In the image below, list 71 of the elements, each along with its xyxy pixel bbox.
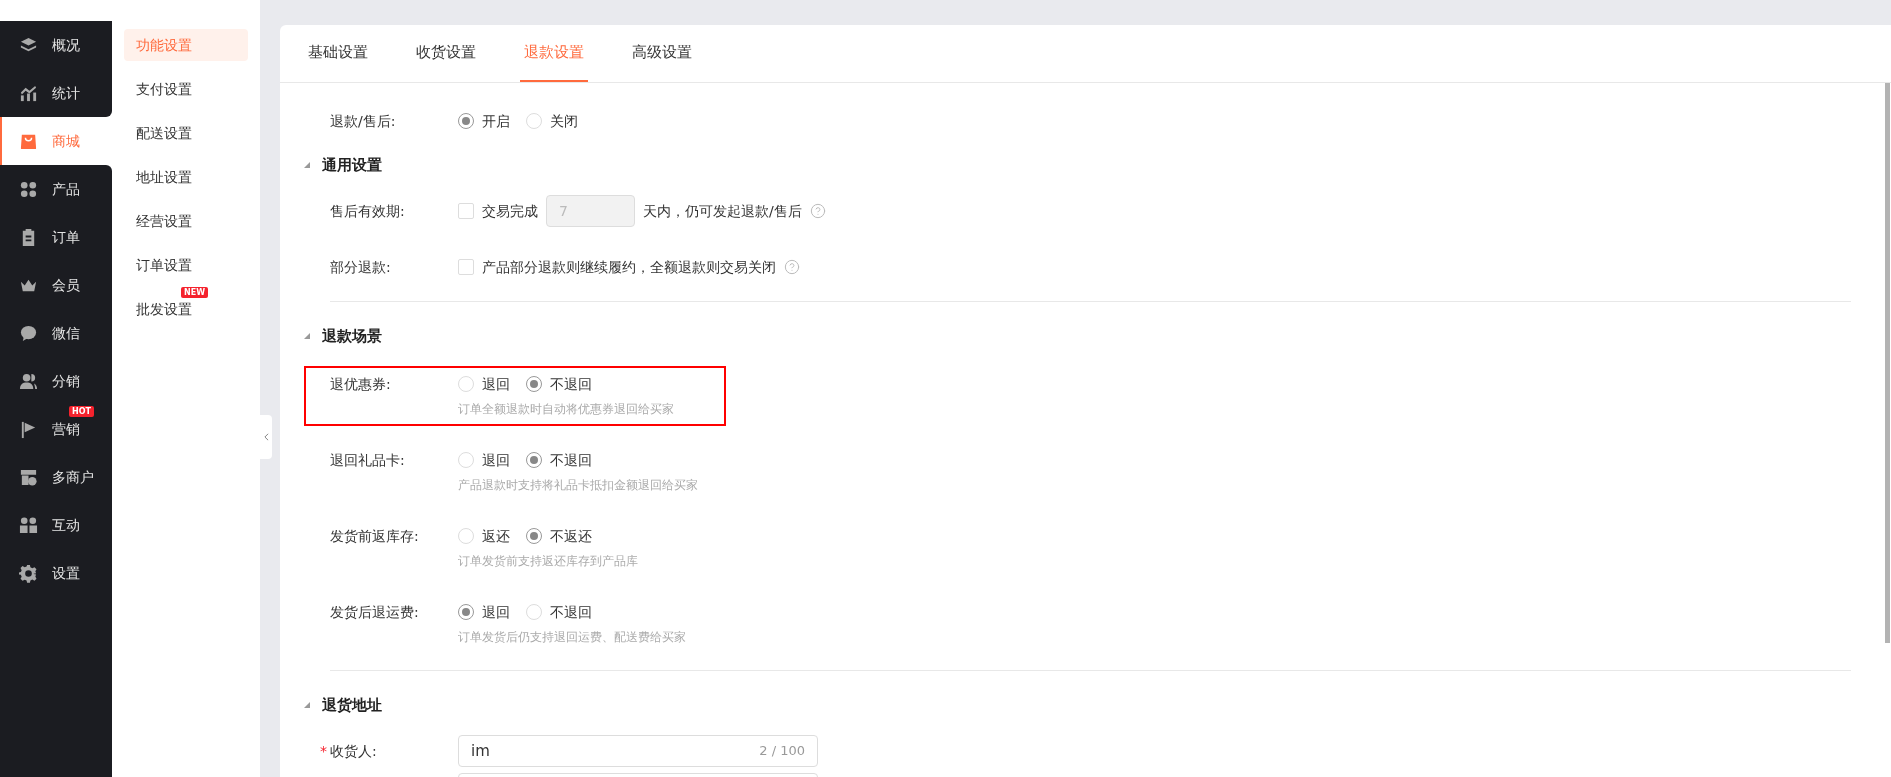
sidebar-item[interactable]: 多商户	[0, 453, 112, 501]
field-label: 退款/售后:	[330, 111, 397, 131]
store-icon	[19, 467, 38, 487]
new-badge: NEW	[181, 287, 208, 298]
field-label: 退回礼品卡:	[330, 450, 406, 470]
char-counter: 2 / 100	[759, 742, 805, 761]
sidebar-item[interactable]: 分销	[0, 357, 112, 405]
section-title: 退货地址	[322, 694, 382, 716]
sidebar-item[interactable]: 统计	[0, 69, 112, 117]
submenu-item[interactable]: 地址设置	[124, 161, 248, 193]
tab[interactable]: 基础设置	[304, 25, 372, 82]
hint-text: 产品退款时支持将礼品卡抵扣金额退回给买家	[458, 477, 699, 494]
input-field[interactable]: im 2 / 100	[458, 735, 818, 767]
chevron-left-icon	[263, 433, 269, 441]
people-icon	[19, 515, 38, 535]
radio-label: 退回	[482, 602, 510, 622]
field-label: 收货人:	[330, 741, 377, 761]
section-title: 通用设置	[322, 154, 382, 176]
hot-badge: HOT	[69, 406, 94, 417]
users-icon	[19, 371, 38, 391]
submenu-item[interactable]: 支付设置	[124, 73, 248, 105]
radio-label: 退回	[482, 374, 510, 394]
field-label: 售后有效期:	[330, 201, 406, 221]
flag-icon	[19, 419, 38, 439]
sidebar-item[interactable]: 产品	[0, 165, 112, 213]
collapse-triangle-icon[interactable]	[304, 162, 310, 168]
field-label: 发货后退运费:	[330, 602, 420, 622]
collapse-handle[interactable]	[260, 415, 272, 459]
field-label: 退优惠券:	[330, 374, 392, 394]
radio-label: 退回	[482, 450, 510, 470]
help-icon[interactable]	[784, 259, 800, 275]
checkbox[interactable]	[458, 259, 474, 275]
hint-text: 订单发货后仍支持退回运费、配送费给买家	[458, 629, 687, 646]
submenu-item[interactable]: 经营设置	[124, 205, 248, 237]
sidebar-item[interactable]: 会员	[0, 261, 112, 309]
chat-icon	[19, 323, 38, 343]
radio-label: 不退回	[550, 374, 592, 394]
field-label: 发货前返库存:	[330, 526, 420, 546]
sidebar-item[interactable]: 订单	[0, 213, 112, 261]
checkbox-label: 产品部分退款则继续履约，全额退款则交易关闭	[482, 257, 776, 277]
section-title: 退款场景	[322, 325, 382, 347]
hint-text: 订单全额退款时自动将优惠券退回给买家	[458, 401, 675, 418]
tab[interactable]: 高级设置	[628, 25, 696, 82]
submenu-item[interactable]: 配送设置	[124, 117, 248, 149]
radio-label: 不退回	[550, 450, 592, 470]
radio-label: 返还	[482, 526, 510, 546]
sidebar-item[interactable]: 设置	[0, 549, 112, 597]
checkbox[interactable]	[458, 203, 474, 219]
days-suffix: 天内，仍可发起退款/售后	[643, 201, 802, 221]
hint-text: 订单发货前支持返还库存到产品库	[458, 553, 639, 570]
grid-icon	[19, 179, 38, 199]
help-icon[interactable]	[809, 203, 826, 219]
submenu-item[interactable]: 订单设置	[124, 249, 248, 281]
sidebar-item[interactable]: 互动	[0, 501, 112, 549]
scrollbar[interactable]	[1885, 83, 1890, 643]
radio-label: 开启	[482, 111, 510, 131]
sidebar-item[interactable]: 概况	[0, 21, 112, 69]
sidebar-item[interactable]: HOT 营销	[0, 405, 112, 453]
radio-label: 不返还	[550, 526, 592, 546]
gear-icon	[19, 563, 38, 583]
field-label: 部分退款:	[330, 257, 392, 277]
input-value: im	[471, 740, 490, 762]
chart-icon	[19, 83, 38, 103]
tab[interactable]: 收货设置	[412, 25, 480, 82]
required-asterisk: *	[320, 741, 327, 761]
radio-label: 关闭	[550, 111, 578, 131]
collapse-triangle-icon[interactable]	[304, 333, 310, 339]
radio-label: 不退回	[550, 602, 592, 622]
collapse-triangle-icon[interactable]	[304, 702, 310, 708]
checkbox-label: 交易完成	[482, 201, 538, 221]
sidebar-item[interactable]: 微信	[0, 309, 112, 357]
